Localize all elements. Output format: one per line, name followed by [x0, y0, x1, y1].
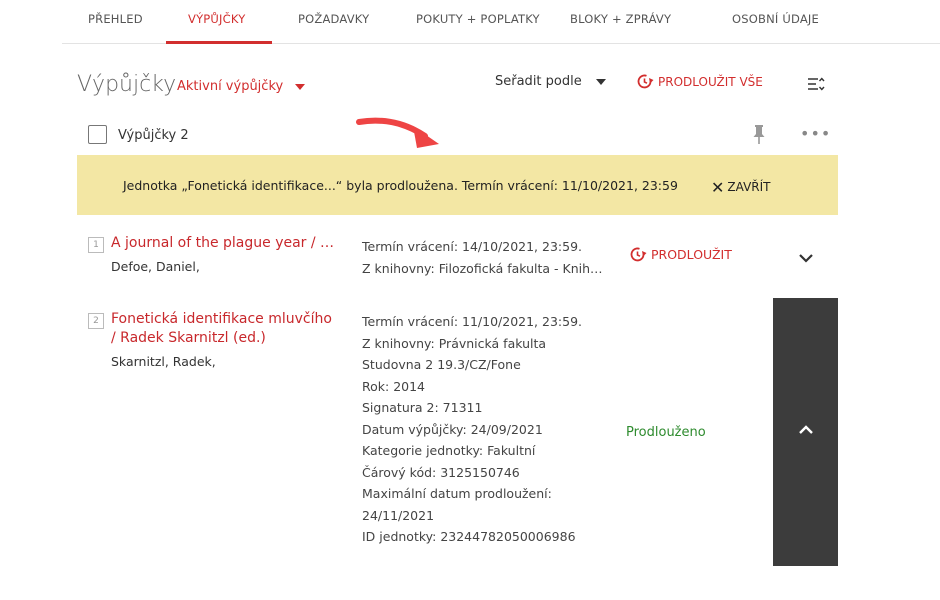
loan-details: Termín vrácení: 14/10/2021, 23:59. Z kni… [362, 236, 603, 279]
tab-overview[interactable]: PŘEHLED [88, 12, 143, 26]
loans-header: Výpůjčky Aktivní výpůjčky Seřadit podle … [77, 70, 837, 104]
detail-line: Kategorie jednotky: Fakultní [362, 443, 536, 458]
loan-filter-label: Aktivní výpůjčky [177, 79, 284, 94]
renewal-notice: Jednotka „Fonetická identifikace...“ byl… [77, 155, 838, 215]
loan-title-line: / Radek Skarnitzl (ed.) [111, 330, 266, 346]
detail-line: Studovna 2 19.3/CZ/Fone [362, 357, 521, 372]
tab-bar: PŘEHLED VÝPŮJČKY POŽADAVKY POKUTY + POPL… [62, 0, 940, 44]
detail-line: 24/11/2021 [362, 507, 435, 523]
select-all-checkbox[interactable] [88, 125, 107, 144]
loan-author: Skarnitzl, Radek, [111, 354, 216, 369]
active-tab-indicator [166, 41, 272, 44]
loan-details: Termín vrácení: 11/10/2021, 23:59. Z kni… [362, 311, 582, 548]
renew-clock-icon [637, 74, 654, 89]
loan-author: Defoe, Daniel, [111, 259, 200, 274]
expand-chevron-down-icon[interactable] [796, 251, 816, 265]
caret-down-icon [295, 83, 306, 90]
loan-item: 1 A journal of the plague year / … Defoe… [88, 234, 848, 284]
renew-button[interactable]: PRODLOUŽIT [630, 247, 732, 262]
pin-icon[interactable] [752, 125, 766, 145]
chevron-up-icon [799, 425, 813, 434]
notice-message: Jednotka „Fonetická identifikace...“ byl… [123, 178, 678, 193]
renew-all-label: PRODLOUŽIT VŠE [658, 75, 763, 89]
item-number: 2 [88, 313, 104, 329]
caret-down-icon [595, 78, 606, 85]
loan-item: 2 Fonetická identifikace mluvčího / Rade… [88, 310, 848, 560]
detail-line: Z knihovny: Filozofická fakulta - Knih… [362, 260, 603, 276]
loan-title-link[interactable]: A journal of the plague year / … [111, 234, 334, 253]
detail-line: Z knihovny: Právnická fakulta [362, 335, 547, 351]
detail-line: Termín vrácení: 11/10/2021, 23:59. [362, 314, 582, 329]
more-options-icon[interactable]: ••• [800, 124, 831, 143]
detail-line: ID jednotky: 23244782050006986 [362, 529, 576, 544]
item-number: 1 [88, 237, 104, 253]
sort-options-icon[interactable] [807, 76, 825, 92]
collapse-details-button[interactable] [773, 298, 838, 566]
sort-label: Seřadit podle [495, 74, 582, 89]
detail-line: Datum výpůjčky: 24/09/2021 [362, 421, 543, 437]
annotation-arrow-icon [356, 117, 439, 148]
close-label: ZAVŘÍT [727, 180, 771, 194]
renew-clock-icon [630, 247, 647, 262]
renew-all-button[interactable]: PRODLOUŽIT VŠE [637, 74, 763, 89]
detail-line: Čárový kód: 3125150746 [362, 464, 520, 480]
detail-line: Maximální datum prodloužení: [362, 486, 552, 501]
page-title: Výpůjčky [77, 72, 177, 97]
loans-count-label: Výpůjčky 2 [118, 128, 189, 143]
renew-label: PRODLOUŽIT [651, 247, 732, 262]
close-notice-button[interactable]: ✕ ZAVŘÍT [711, 178, 770, 197]
close-icon: ✕ [711, 178, 725, 197]
detail-line: Rok: 2014 [362, 378, 426, 394]
tab-fines-fees[interactable]: POKUTY + POPLATKY [416, 12, 540, 26]
tab-personal-details[interactable]: OSOBNÍ ÚDAJE [732, 12, 819, 26]
detail-line: Termín vrácení: 14/10/2021, 23:59. [362, 239, 582, 254]
tab-blocks-messages[interactable]: BLOKY + ZPRÁVY [570, 12, 671, 26]
tab-requests[interactable]: POŽADAVKY [298, 12, 369, 26]
detail-line: Signatura 2: 71311 [362, 400, 483, 415]
loan-title-line: Fonetická identifikace mluvčího [111, 311, 332, 327]
status-badge: Prodlouženo [626, 425, 706, 440]
loan-title-link[interactable]: Fonetická identifikace mluvčího / Radek … [111, 310, 332, 348]
loan-filter-dropdown[interactable]: Aktivní výpůjčky [177, 79, 306, 94]
select-all-row: Výpůjčky 2 ••• [88, 124, 831, 148]
sort-dropdown[interactable]: Seřadit podle [495, 74, 606, 89]
tab-loans[interactable]: VÝPŮJČKY [188, 12, 245, 26]
